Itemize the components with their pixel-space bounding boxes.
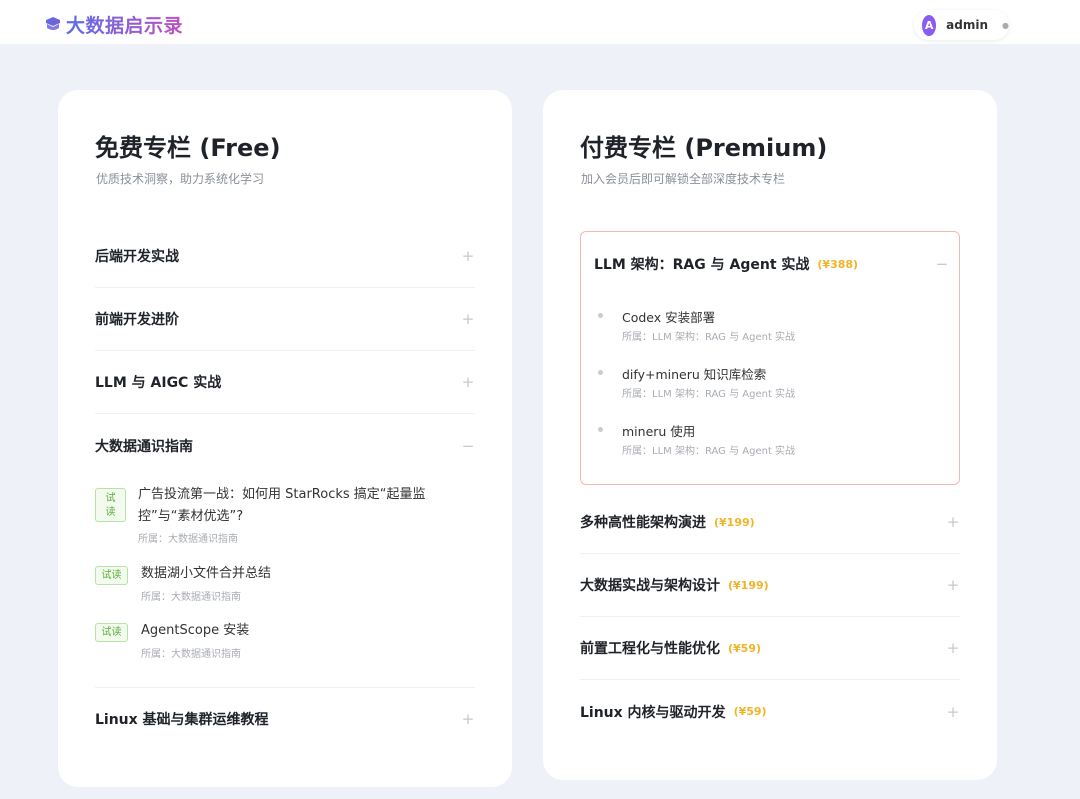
premium-section-row[interactable]: 多种高性能架构演进 (¥199) + (580, 491, 960, 554)
expand-plus-icon[interactable]: + (461, 710, 475, 728)
article-title[interactable]: mineru 使用 (622, 421, 695, 440)
article-item[interactable]: 试读 AgentScope 安装 所属：大数据通识指南 (95, 620, 475, 660)
trial-badge: 试读 (95, 623, 128, 642)
price-tag: (¥59) (733, 705, 767, 718)
free-column-card: 免费专栏 (Free) 优质技术洞察，助力系统化学习 后端开发实战 + 前端开发… (58, 90, 512, 787)
trial-badge: 试读 (95, 488, 126, 522)
expand-plus-icon[interactable]: + (946, 576, 960, 594)
article-item[interactable]: 试读 广告投流第一战：如何用 StarRocks 搞定“起量监控”与“素材优选”… (95, 487, 475, 546)
section-label: 前置工程化与性能优化 (580, 641, 720, 657)
price-tag: (¥199) (728, 578, 769, 592)
expand-plus-icon[interactable]: + (461, 373, 475, 391)
expand-plus-icon[interactable]: + (946, 513, 960, 531)
free-section-row[interactable]: 前端开发进阶 + (95, 288, 475, 351)
price-tag: (¥388) (817, 257, 859, 271)
article-meta: 所属：大数据通识指南 (138, 534, 238, 545)
user-menu[interactable]: A admin ● (914, 10, 1009, 40)
article-meta: 所属：LLM 架构：RAG 与 Agent 实战 (622, 332, 796, 343)
section-label: 大数据实战与架构设计 (580, 578, 720, 594)
expand-plus-icon[interactable]: + (461, 247, 475, 265)
top-header: 大数据启示录 A admin ● (0, 0, 1080, 44)
article-title[interactable]: 数据湖小文件合并总结 (141, 563, 271, 585)
bullet-icon (598, 427, 603, 432)
bullet-icon (598, 370, 603, 375)
section-label: 多种高性能架构演进 (580, 515, 706, 531)
article-title[interactable]: 广告投流第一战：如何用 StarRocks 搞定“起量监控”与“素材优选”? (138, 484, 468, 528)
expand-plus-icon[interactable]: + (946, 639, 960, 657)
article-title[interactable]: AgentScope 安装 (141, 620, 249, 642)
section-label: LLM 与 AIGC 实战 (95, 375, 222, 391)
username: admin (946, 18, 989, 32)
article-meta: 所属：LLM 架构：RAG 与 Agent 实战 (622, 389, 796, 400)
premium-card-subtitle: 加入会员后即可解锁全部深度技术专栏 (581, 172, 786, 186)
price-tag: (¥199) (714, 515, 755, 529)
article-meta: 所属：LLM 架构：RAG 与 Agent 实战 (622, 446, 796, 457)
bullet-icon (598, 313, 603, 318)
free-section-row[interactable]: 后端开发实战 + (95, 225, 475, 288)
article-meta: 所属：大数据通识指南 (141, 649, 241, 660)
logo-text: 大数据启示录 (66, 11, 183, 38)
expand-plus-icon[interactable]: + (461, 310, 475, 328)
premium-section-row[interactable]: 大数据实战与架构设计 (¥199) + (580, 554, 960, 617)
article-item[interactable]: 试读 数据湖小文件合并总结 所属：大数据通识指南 (95, 563, 475, 603)
section-label: LLM 架构：RAG 与 Agent 实战 (594, 257, 810, 273)
article-title[interactable]: Codex 安装部署 (622, 307, 715, 326)
expand-plus-icon[interactable]: + (946, 703, 960, 721)
collapse-minus-icon[interactable]: − (935, 255, 949, 273)
price-tag: (¥59) (728, 641, 762, 655)
dropdown-caret-icon: ● (1002, 20, 1009, 30)
free-card-title: 免费专栏 (Free) (95, 134, 281, 162)
premium-card-title: 付费专栏 (Premium) (580, 134, 828, 162)
free-section-row[interactable]: Linux 基础与集群运维教程 + (95, 687, 475, 750)
section-label: 前端开发进阶 (95, 312, 179, 328)
premium-section-header[interactable]: LLM 架构：RAG 与 Agent 实战 (¥388) − (594, 254, 949, 274)
premium-section-row[interactable]: Linux 内核与驱动开发 (¥59) + (580, 680, 960, 743)
logo-icon (46, 17, 60, 30)
free-section-row[interactable]: LLM 与 AIGC 实战 + (95, 351, 475, 414)
section-label: 大数据通识指南 (95, 438, 193, 455)
section-label: Linux 内核与驱动开发 (580, 704, 726, 721)
article-title[interactable]: dify+mineru 知识库检索 (622, 364, 766, 383)
section-label: Linux 基础与集群运维教程 (95, 712, 269, 728)
premium-section-expanded: LLM 架构：RAG 与 Agent 实战 (¥388) − Codex 安装部… (580, 231, 960, 485)
article-meta: 所属：大数据通识指南 (141, 592, 241, 603)
free-section-row-expanded[interactable]: 大数据通识指南 − (95, 414, 475, 477)
premium-section-row[interactable]: 前置工程化与性能优化 (¥59) + (580, 617, 960, 680)
avatar: A (922, 14, 937, 36)
collapse-minus-icon[interactable]: − (461, 437, 475, 455)
free-card-subtitle: 优质技术洞察，助力系统化学习 (96, 172, 265, 186)
section-label: 后端开发实战 (95, 249, 179, 265)
premium-column-card: 付费专栏 (Premium) 加入会员后即可解锁全部深度技术专栏 LLM 架构：… (543, 90, 997, 780)
trial-badge: 试读 (95, 566, 128, 585)
logo[interactable]: 大数据启示录 (44, 11, 183, 38)
